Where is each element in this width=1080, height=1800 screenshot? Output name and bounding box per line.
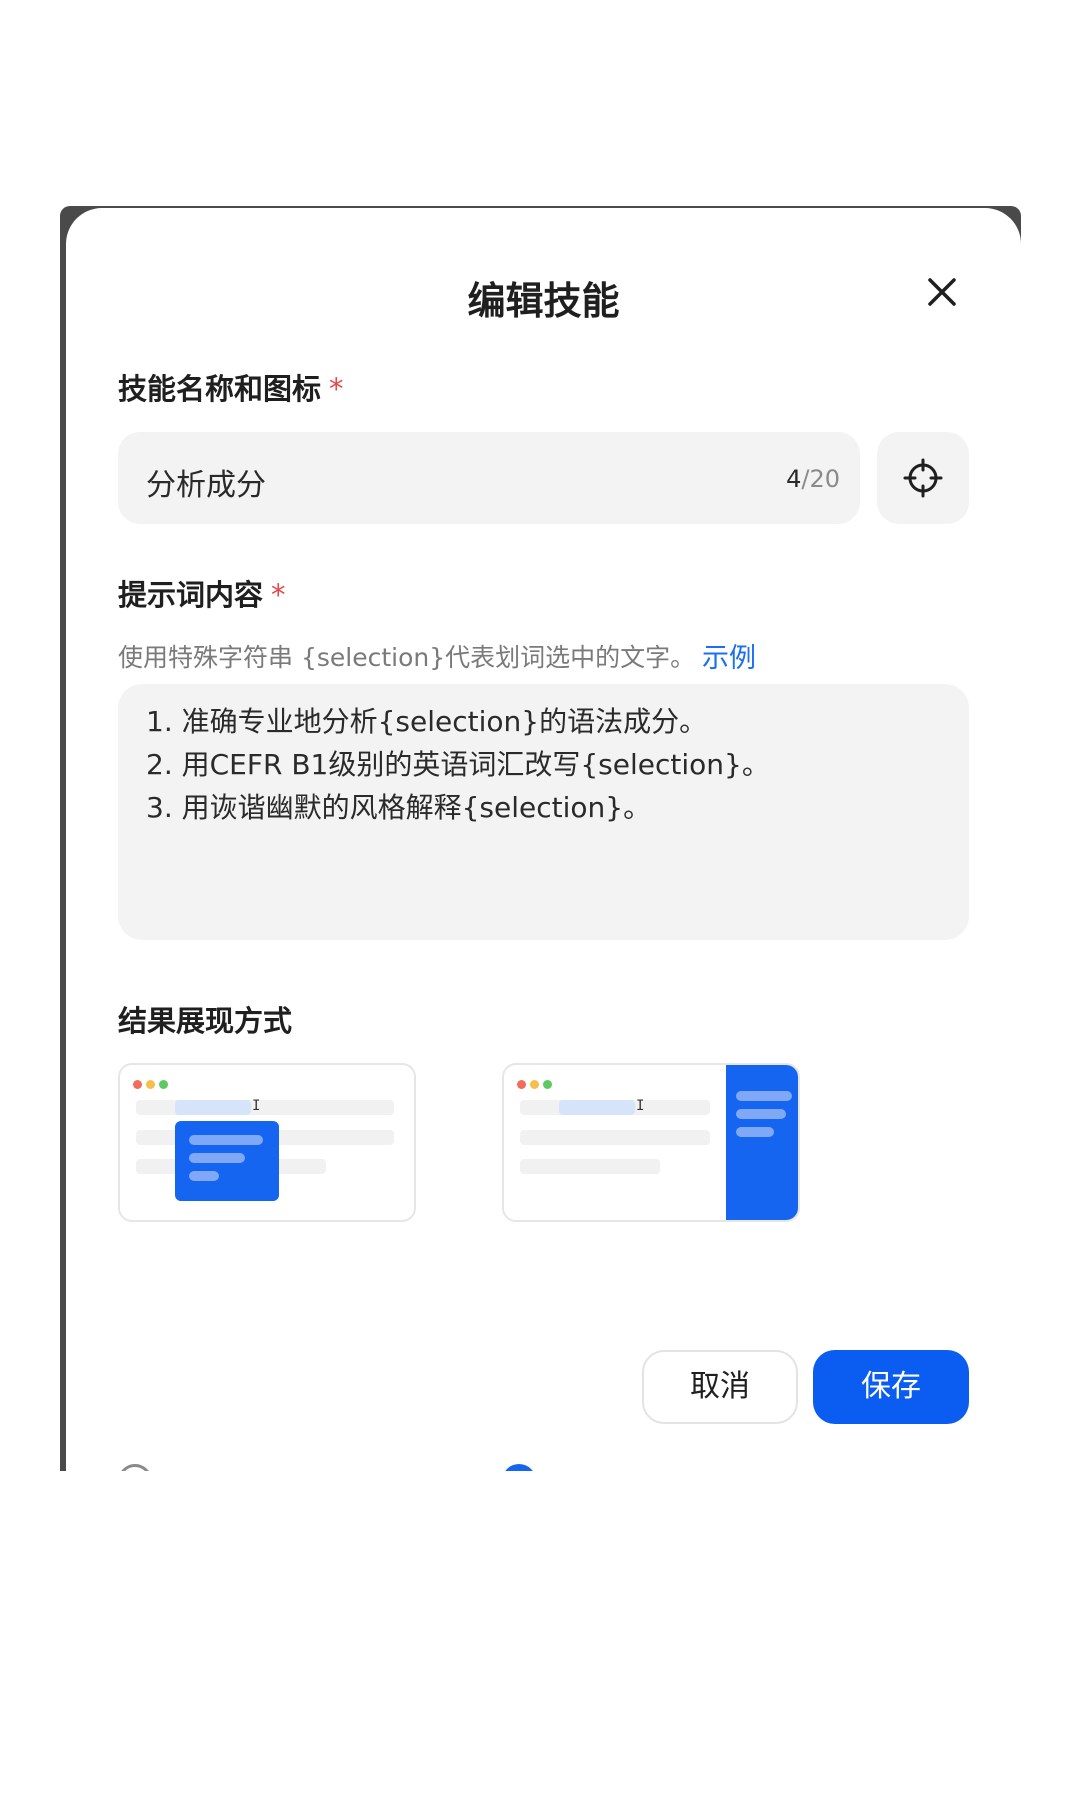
sidebar-line: [736, 1091, 792, 1101]
edit-skill-dialog: 编辑技能 技能名称和图标 * 分析成分 4/20 提示词内容 * 使用特殊字符串 {…: [66, 208, 1021, 1471]
selection-highlight: [175, 1100, 251, 1115]
selection-highlight: [559, 1100, 635, 1115]
skill-name-value: 分析成分: [146, 468, 266, 503]
example-link[interactable]: 示例: [702, 636, 756, 675]
sidebar-line: [736, 1127, 774, 1137]
close-icon: [928, 278, 956, 306]
char-counter: 4/20: [786, 465, 840, 493]
char-counter-max: /20: [801, 465, 840, 493]
skill-name-label-text: 技能名称和图标: [118, 372, 322, 406]
window-dot-red: [133, 1080, 142, 1089]
popup-line: [189, 1153, 245, 1163]
preview-in-page[interactable]: I: [118, 1063, 416, 1222]
cancel-button[interactable]: 取消: [642, 1350, 798, 1424]
placeholder-line: [520, 1130, 710, 1145]
preview-sidebar[interactable]: I: [502, 1063, 800, 1222]
radio-label-in-page[interactable]: 点击后在页面内展示: [168, 1463, 429, 1471]
window-dot-green: [159, 1080, 168, 1089]
prompt-hint: 使用特殊字符串 {selection}代表划词选中的文字。: [118, 643, 696, 672]
placeholder-line: [520, 1159, 660, 1174]
display-mode-label: 结果展现方式: [118, 1004, 293, 1038]
window-dot-green: [543, 1080, 552, 1089]
sidebar-line: [736, 1109, 786, 1119]
prompt-line: 3. 用诙谐幽默的风格解释{selection}。: [146, 791, 652, 824]
checkmark-icon: [502, 1464, 536, 1471]
radio-sidebar[interactable]: [502, 1464, 536, 1471]
prompt-textarea[interactable]: 1. 准确专业地分析{selection}的语法成分。 2. 用CEFR B1级…: [118, 684, 969, 940]
crosshair-icon: [903, 458, 943, 498]
icon-picker-button[interactable]: [877, 432, 969, 524]
popup-line: [189, 1171, 219, 1181]
close-button[interactable]: [918, 268, 966, 316]
prompt-line: 1. 准确专业地分析{selection}的语法成分。: [146, 705, 708, 738]
popup-line: [189, 1135, 263, 1145]
char-counter-current: 4: [786, 465, 802, 493]
window-dot-red: [517, 1080, 526, 1089]
window-dot-yellow: [530, 1080, 539, 1089]
window-dot-yellow: [146, 1080, 155, 1089]
sidebar-panel: [726, 1065, 798, 1220]
text-cursor-icon: I: [252, 1098, 261, 1114]
prompt-content-label-text: 提示词内容: [118, 578, 264, 612]
dialog-title: 编辑技能: [467, 279, 620, 323]
required-mark: *: [271, 578, 286, 612]
required-mark: *: [329, 372, 344, 406]
skill-name-input[interactable]: 分析成分 4/20: [118, 432, 860, 524]
radio-in-page[interactable]: [118, 1464, 152, 1471]
radio-label-sidebar[interactable]: 点击后在浏览器边栏展示: [552, 1463, 871, 1471]
save-button[interactable]: 保存: [813, 1350, 969, 1424]
prompt-content-label: 提示词内容 *: [118, 572, 286, 614]
text-cursor-icon: I: [636, 1098, 645, 1114]
prompt-line: 2. 用CEFR B1级别的英语词汇改写{selection}。: [146, 748, 770, 781]
skill-name-label: 技能名称和图标 *: [118, 366, 344, 408]
popup-card: [175, 1121, 279, 1201]
